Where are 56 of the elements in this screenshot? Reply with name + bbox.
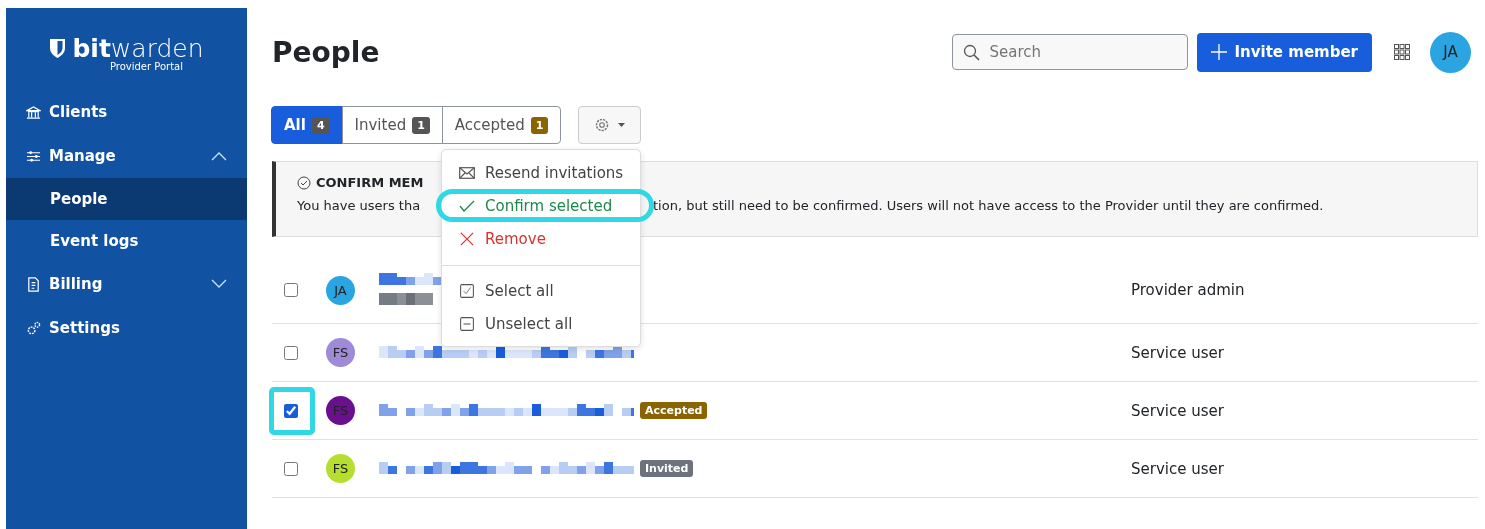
nav-subitem[interactable]: People <box>6 178 247 220</box>
app-grid-icon[interactable] <box>1394 44 1410 60</box>
invite-member-button[interactable]: Invite member <box>1196 32 1372 72</box>
nav-subitem[interactable]: Event logs <box>6 220 247 262</box>
search-field[interactable]: Search <box>987 42 1172 62</box>
shield-icon <box>49 38 67 59</box>
nav-item[interactable]: Manage <box>6 134 247 178</box>
row-checkbox[interactable] <box>284 283 298 297</box>
logo-subtitle: Provider Portal <box>109 61 183 72</box>
minus-box-icon <box>459 316 475 331</box>
user-avatar[interactable]: JA <box>1430 31 1471 73</box>
member-role: Provider admin <box>1131 281 1245 299</box>
menu-item[interactable]: Select all <box>442 274 640 307</box>
search-icon <box>962 43 980 61</box>
member-role: Service user <box>1131 401 1224 420</box>
caret-icon <box>618 123 626 127</box>
callout-text: You have users tha <box>297 198 421 213</box>
member-avatar: JA <box>326 275 355 305</box>
bank-icon <box>26 104 41 120</box>
checkbox-icon <box>459 283 475 298</box>
member-avatar: FS <box>326 338 355 367</box>
nav-item[interactable]: Billing <box>6 262 247 306</box>
member-avatar: FS <box>326 454 355 483</box>
search-box[interactable]: Search <box>951 34 1188 70</box>
status-badge: Invited <box>640 460 694 477</box>
row-checkbox[interactable] <box>284 461 298 476</box>
envelope-icon <box>459 165 475 180</box>
member-role: Service user <box>1131 459 1224 478</box>
check-circle-icon <box>297 175 311 190</box>
menu-item[interactable]: Remove <box>442 222 640 255</box>
settings-icon <box>594 117 611 133</box>
callout-text: tion, but still need to be confirmed. Users will not have access to the Provider until they are confirmed. <box>653 198 1324 213</box>
filter-tab[interactable]: Accepted 1 <box>441 106 562 144</box>
page-title: People <box>272 35 381 69</box>
menu-item[interactable]: Confirm selected <box>436 189 654 222</box>
chevron-up-icon[interactable] <box>211 151 227 161</box>
member-role: Service user <box>1131 343 1224 362</box>
document-icon <box>26 276 41 292</box>
status-badge: Accepted <box>640 402 708 419</box>
filter-tab[interactable]: All 4 <box>271 106 343 144</box>
close-icon <box>459 231 475 246</box>
callout-title: CONFIRM MEM <box>316 175 424 190</box>
sliders-icon <box>26 148 41 164</box>
row-checkbox[interactable] <box>284 403 298 418</box>
nav-item[interactable]: Settings <box>6 306 247 350</box>
row-checkbox[interactable] <box>284 345 298 360</box>
menu-item[interactable]: Resend invitations <box>442 156 640 189</box>
member-avatar: FS <box>326 396 355 425</box>
logo-text: bitwarden <box>72 34 204 63</box>
chevron-down-icon[interactable] <box>211 279 227 289</box>
plus-icon <box>1210 44 1227 60</box>
filter-tab[interactable]: Invited 1 <box>341 106 443 144</box>
check-icon <box>459 198 475 213</box>
nav-item[interactable]: Clients <box>6 90 247 134</box>
menu-item[interactable]: Unselect all <box>442 307 640 340</box>
gears-icon <box>26 320 41 336</box>
